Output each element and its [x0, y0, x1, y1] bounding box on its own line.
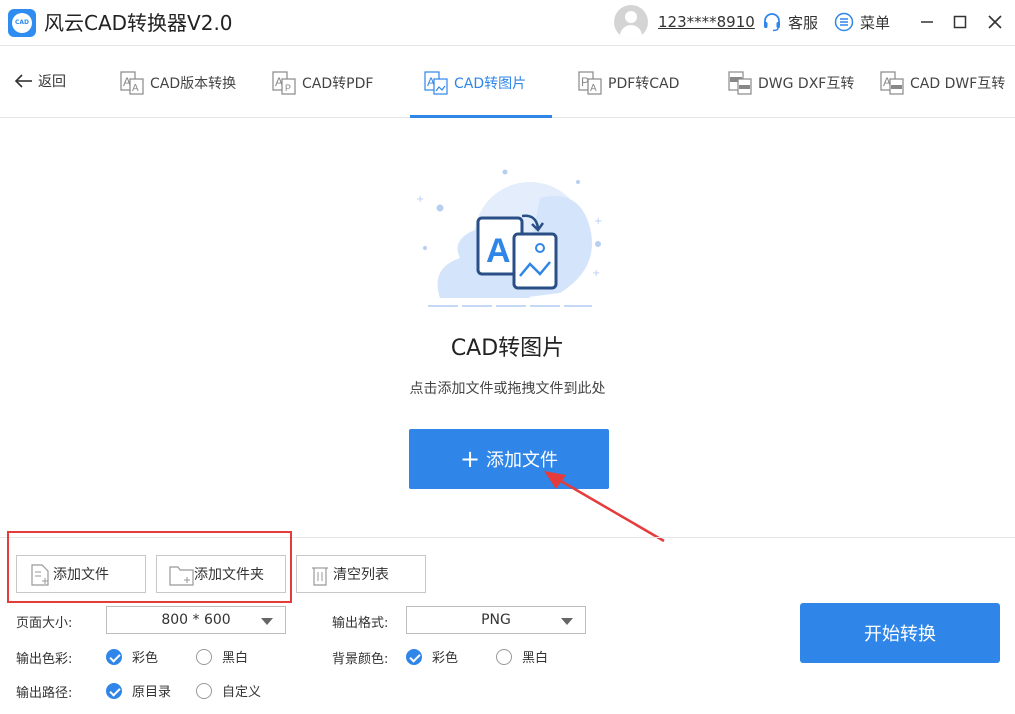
title-bar: CAD 风云CAD转换器V2.0 123****8910 客服 菜单	[0, 0, 1015, 46]
output-format-label: 输出格式:	[332, 616, 389, 631]
pdf-to-cad-icon: P A	[578, 70, 602, 95]
clear-list-button[interactable]: 清空列表	[296, 555, 426, 593]
page-size-label: 页面大小:	[16, 616, 73, 631]
add-folder-label: 添加文件夹	[194, 567, 264, 583]
cad-to-image-illustration: + + + A	[416, 169, 602, 307]
menu-label: 菜单	[860, 13, 891, 32]
svg-text:P: P	[285, 83, 291, 93]
maximize-button[interactable]	[948, 10, 972, 34]
add-file-button[interactable]: 添加文件	[16, 555, 146, 593]
radio-checked-icon	[406, 648, 422, 665]
menu-icon	[834, 12, 854, 32]
dwg-dxf-icon	[728, 70, 752, 95]
dropzone-hint: 点击添加文件或拖拽文件到此处	[409, 381, 606, 397]
radio-label: 黑白	[522, 651, 549, 666]
username-link[interactable]: 123****8910	[658, 12, 755, 32]
chevron-down-icon	[561, 618, 573, 625]
radio-label: 黑白	[222, 651, 249, 666]
output-color-color-radio[interactable]: 彩色	[106, 647, 158, 666]
output-path-original-radio[interactable]: 原目录	[106, 681, 171, 700]
service-label: 客服	[788, 13, 819, 32]
radio-unchecked-icon	[196, 648, 212, 665]
app-logo-icon: CAD	[8, 9, 36, 37]
output-path-custom-radio[interactable]: 自定义	[196, 681, 261, 700]
minimize-button[interactable]	[915, 10, 939, 34]
cad-to-pdf-icon: A P	[272, 70, 296, 95]
svg-text:+: +	[594, 216, 602, 227]
svg-text:+: +	[592, 268, 600, 279]
headset-icon	[764, 13, 780, 32]
output-path-label: 输出路径:	[16, 686, 73, 701]
radio-label: 彩色	[132, 651, 159, 666]
tab-cad-dwf[interactable]: A CAD DWF互转	[880, 47, 1005, 118]
maximize-icon	[953, 15, 967, 29]
minimize-icon	[921, 21, 933, 23]
clear-list-label: 清空列表	[333, 567, 389, 583]
tab-label: PDF转CAD	[608, 75, 680, 92]
svg-text:A: A	[132, 83, 139, 94]
active-tab-indicator	[410, 115, 552, 118]
illustration-glyph: A	[486, 232, 511, 270]
tab-label: CAD版本转换	[150, 75, 237, 92]
back-label: 返回	[38, 74, 66, 90]
plus-icon: +	[459, 445, 481, 473]
radio-checked-icon	[106, 682, 122, 699]
tab-dwg-dxf[interactable]: DWG DXF互转	[728, 47, 854, 118]
page-size-select[interactable]: 800 * 600	[106, 606, 286, 634]
bg-color-label: 背景颜色:	[332, 652, 389, 667]
bg-color-bw-radio[interactable]: 黑白	[496, 647, 548, 666]
close-button[interactable]	[983, 10, 1007, 34]
cad-to-image-icon: A	[424, 70, 448, 95]
radio-label: 自定义	[222, 685, 262, 700]
cad-dwf-icon: A	[880, 70, 904, 95]
dropzone-title: CAD转图片	[450, 336, 565, 361]
app-title: 风云CAD转换器V2.0	[44, 11, 233, 35]
tab-pdf-to-cad[interactable]: P A PDF转CAD	[578, 47, 679, 118]
radio-label: 彩色	[432, 651, 459, 666]
annotation-arrow	[544, 471, 665, 543]
tab-label: CAD DWF互转	[910, 75, 1006, 92]
radio-unchecked-icon	[496, 648, 512, 665]
output-format-value: PNG	[481, 612, 511, 628]
tab-cad-to-pdf[interactable]: A P CAD转PDF	[272, 47, 373, 118]
cad-version-icon: A A	[120, 70, 144, 95]
tab-cad-to-image[interactable]: A CAD转图片	[424, 47, 526, 118]
customer-service-button[interactable]: 客服	[762, 11, 818, 33]
arrow-left-icon	[14, 74, 32, 88]
output-color-label: 输出色彩:	[16, 652, 73, 667]
tab-label: DWG DXF互转	[758, 75, 855, 92]
svg-text:+: +	[416, 194, 424, 205]
tab-label: CAD转图片	[454, 75, 527, 92]
menu-button[interactable]: 菜单	[834, 11, 890, 33]
user-avatar[interactable]	[614, 5, 648, 39]
add-file-label: 添加文件	[53, 567, 109, 583]
tab-label: CAD转PDF	[302, 75, 374, 92]
add-folder-button[interactable]: 添加文件夹	[156, 555, 286, 593]
output-color-bw-radio[interactable]: 黑白	[196, 647, 248, 666]
back-button[interactable]: 返回	[14, 71, 66, 91]
close-icon	[988, 15, 1002, 29]
feature-nav: 返回 A A CAD版本转换 A P CAD转PDF A CAD转图片 P A …	[0, 47, 1015, 118]
output-format-select[interactable]: PNG	[406, 606, 586, 634]
app-logo-text: CAD	[14, 19, 30, 26]
radio-checked-icon	[106, 648, 122, 665]
page-size-value: 800 * 600	[161, 612, 231, 628]
bg-color-color-radio[interactable]: 彩色	[406, 647, 458, 666]
svg-text:A: A	[590, 83, 597, 94]
tab-cad-version[interactable]: A A CAD版本转换	[120, 47, 236, 118]
chevron-down-icon	[261, 618, 273, 625]
radio-unchecked-icon	[196, 682, 212, 699]
start-conversion-button[interactable]: 开始转换	[800, 603, 1000, 663]
radio-label: 原目录	[132, 685, 172, 700]
